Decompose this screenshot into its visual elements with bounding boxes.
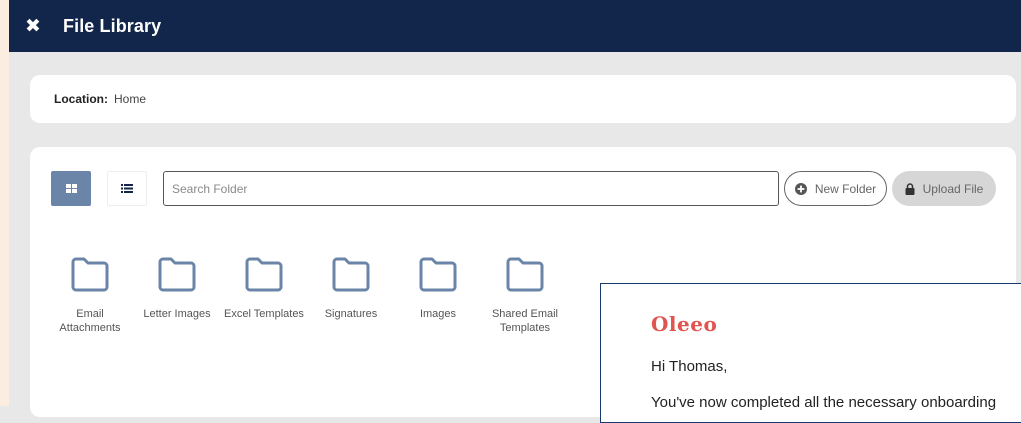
folder-label: Shared Email Templates [491, 308, 559, 334]
folder-label: Email Attachments [59, 308, 121, 334]
folder-icon [332, 257, 370, 292]
brand-logo: Oleeo [651, 312, 718, 336]
folder-label: Images [419, 308, 457, 320]
left-edge-strip [0, 0, 9, 406]
folder-icon [419, 257, 457, 292]
page-title: File Library [63, 15, 162, 36]
folder-excel-templates[interactable]: Excel Templates [224, 255, 304, 321]
plus-circle-icon [794, 182, 807, 195]
folder-images[interactable]: Images [398, 255, 478, 321]
location-value[interactable]: Home [114, 92, 146, 106]
location-label: Location: [54, 92, 108, 106]
email-preview-popup: Oleeo Hi Thomas, You've now completed al… [600, 283, 1021, 423]
list-view-button[interactable] [107, 171, 147, 206]
folder-icon [71, 257, 109, 292]
lock-icon [905, 182, 915, 195]
close-icon[interactable]: ✖ [23, 15, 43, 37]
grid-view-icon [65, 184, 77, 193]
folder-label: Signatures [324, 308, 378, 320]
folder-label: Excel Templates [224, 308, 304, 320]
new-folder-button[interactable]: New Folder [784, 171, 887, 206]
upload-file-label: Upload File [922, 181, 984, 196]
folder-label: Letter Images [143, 308, 211, 320]
email-body-text: You've now completed all the necessary o… [651, 394, 997, 411]
folder-email-attachments[interactable]: Email Attachments [50, 255, 130, 335]
folder-shared-email-templates[interactable]: Shared Email Templates [485, 255, 565, 335]
upload-file-button[interactable]: Upload File [892, 171, 996, 206]
folder-letter-images[interactable]: Letter Images [137, 255, 217, 321]
grid-view-button[interactable] [51, 171, 91, 206]
location-bar: Location: Home [30, 75, 1016, 123]
title-bar: ✖ File Library [9, 0, 1021, 52]
search-folder-input[interactable] [163, 171, 779, 206]
folder-icon [245, 257, 283, 292]
new-folder-label: New Folder [814, 181, 877, 196]
folder-icon [158, 257, 196, 292]
folder-signatures[interactable]: Signatures [311, 255, 391, 321]
toolbar: New Folder Upload File [30, 147, 1016, 227]
folder-icon [506, 257, 544, 292]
list-view-icon [121, 184, 133, 193]
email-greeting: Hi Thomas, [651, 358, 728, 375]
